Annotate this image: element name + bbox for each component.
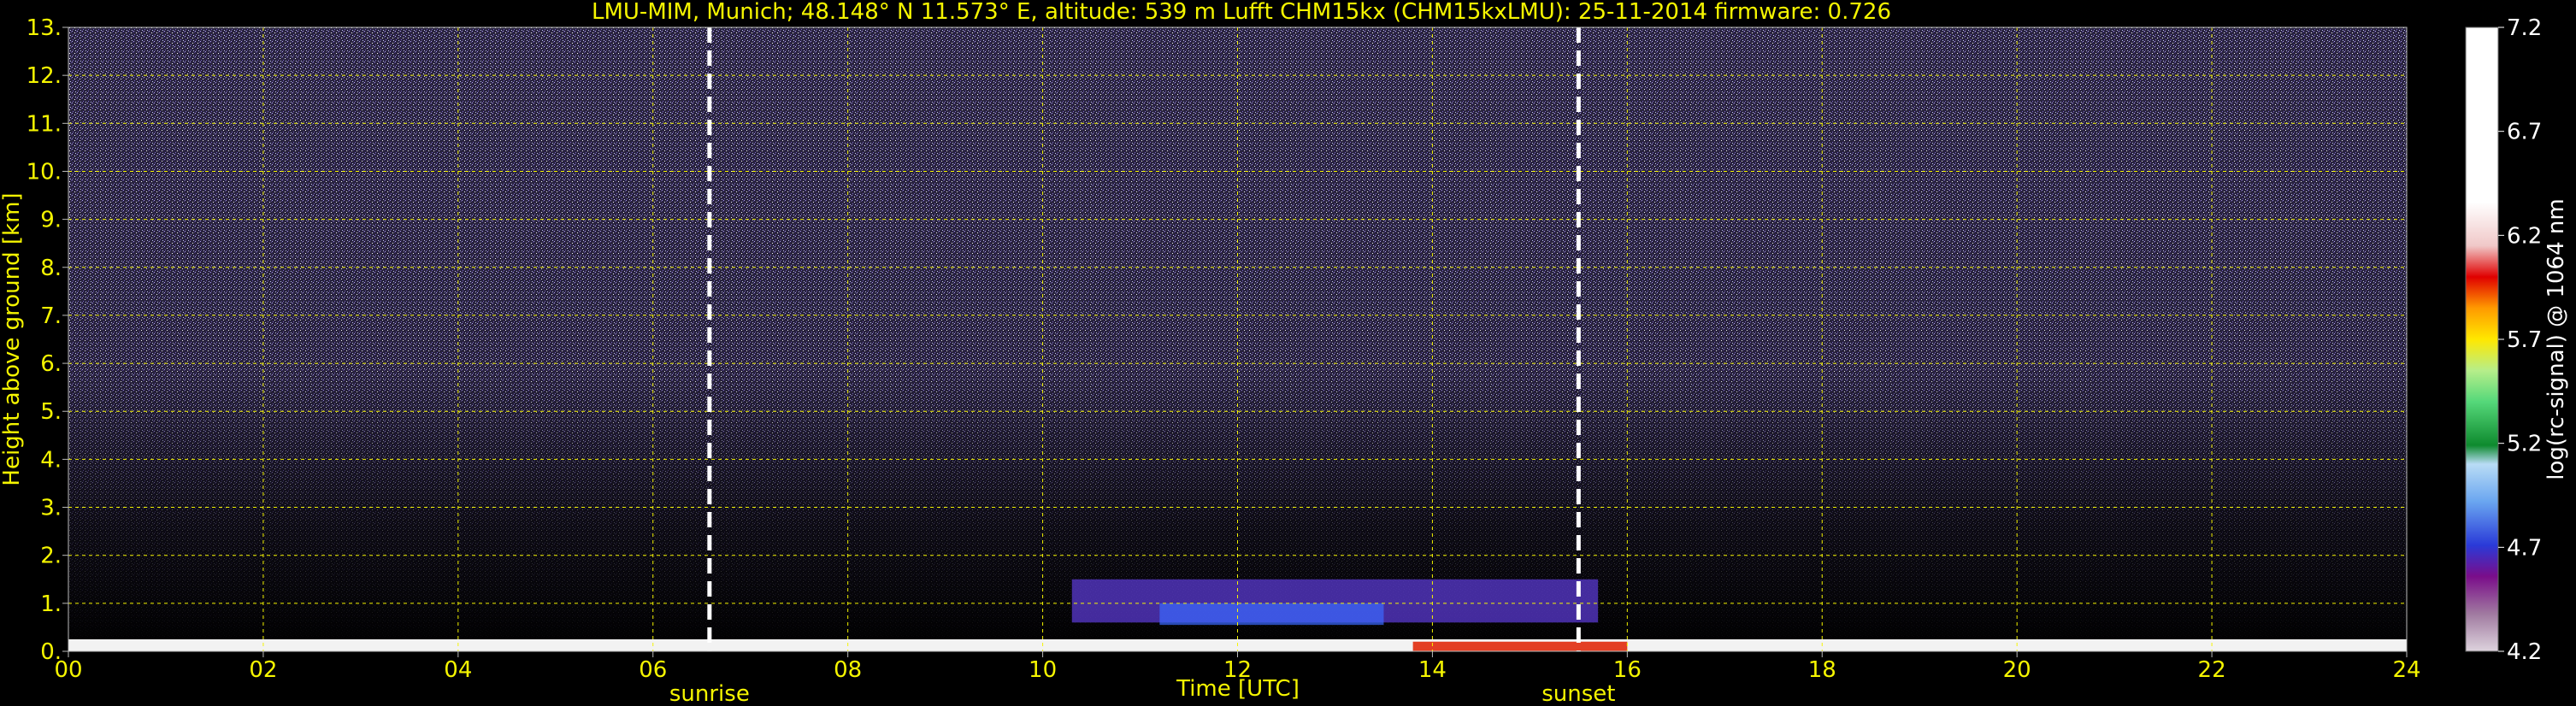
y-tick-label: 3. [40,496,62,521]
signal-fade [68,27,2407,651]
y-tick-label: 8. [40,256,62,281]
ceilometer-chart: LMU-MIM, Munich; 48.148° N 11.573° E, al… [0,0,2569,706]
x-tick-label: 04 [444,657,472,683]
x-tick-label: 10 [1029,657,1057,683]
x-tick-label: 06 [639,657,667,683]
y-tick-label: 13. [27,15,62,41]
colorbar-tick-label: 5.2 [2507,432,2542,457]
y-tick-label: 12. [27,63,62,89]
colorbar-tick-label: 6.7 [2507,120,2542,145]
y-tick-label: 1. [40,591,62,617]
x-tick-label: 18 [1808,657,1836,683]
y-tick-label: 0. [40,639,62,665]
x-tick-label: 16 [1613,657,1642,683]
colorbar-tick-label: 5.7 [2507,327,2542,353]
y-tick-label: 11. [27,111,62,137]
colorbar-scale [2465,26,2499,652]
sunrise-label: sunrise [669,681,750,706]
y-tick-label: 9. [40,208,62,233]
colorbar-tick-label: 7.2 [2507,15,2542,41]
y-tick-label: 4. [40,447,62,473]
y-tick-label: 2. [40,544,62,569]
y-tick-label: 5. [40,399,62,425]
colorbar: 4.2 4.7 5.2 5.7 6.2 6.7 7.2 [2465,15,2542,665]
colorbar-label: log(rc-signal) @ 1064 nm [2544,198,2569,479]
x-tick-label: 08 [834,657,862,683]
y-axis-label: Height above ground [km] [0,192,25,485]
y-tick-label: 10. [27,159,62,185]
aerosol-blue-core [1159,603,1384,626]
colorbar-tick-label: 6.2 [2507,223,2542,249]
surface-red-band [1412,641,1628,651]
sunset-label: sunset [1541,681,1615,706]
x-tick-label: 22 [2198,657,2226,683]
y-tick-label: 6. [40,351,62,377]
x-tick-label: 24 [2392,657,2420,683]
x-axis-label: Time [UTC] [1176,676,1300,702]
y-axis: 0. 1. 2. 3. 4. 5. 6. 7. 8. 9. 10. 11. 12. 13. [27,15,68,665]
y-tick-label: 7. [40,303,62,329]
x-tick-label: 14 [1418,657,1447,683]
colorbar-tick-label: 4.7 [2507,535,2542,561]
colorbar-tick-label: 4.2 [2507,639,2542,665]
chart-title: LMU-MIM, Munich; 48.148° N 11.573° E, al… [592,0,1891,25]
x-tick-label: 02 [249,657,277,683]
plot-area [68,27,2407,651]
x-tick-label: 20 [2003,657,2031,683]
